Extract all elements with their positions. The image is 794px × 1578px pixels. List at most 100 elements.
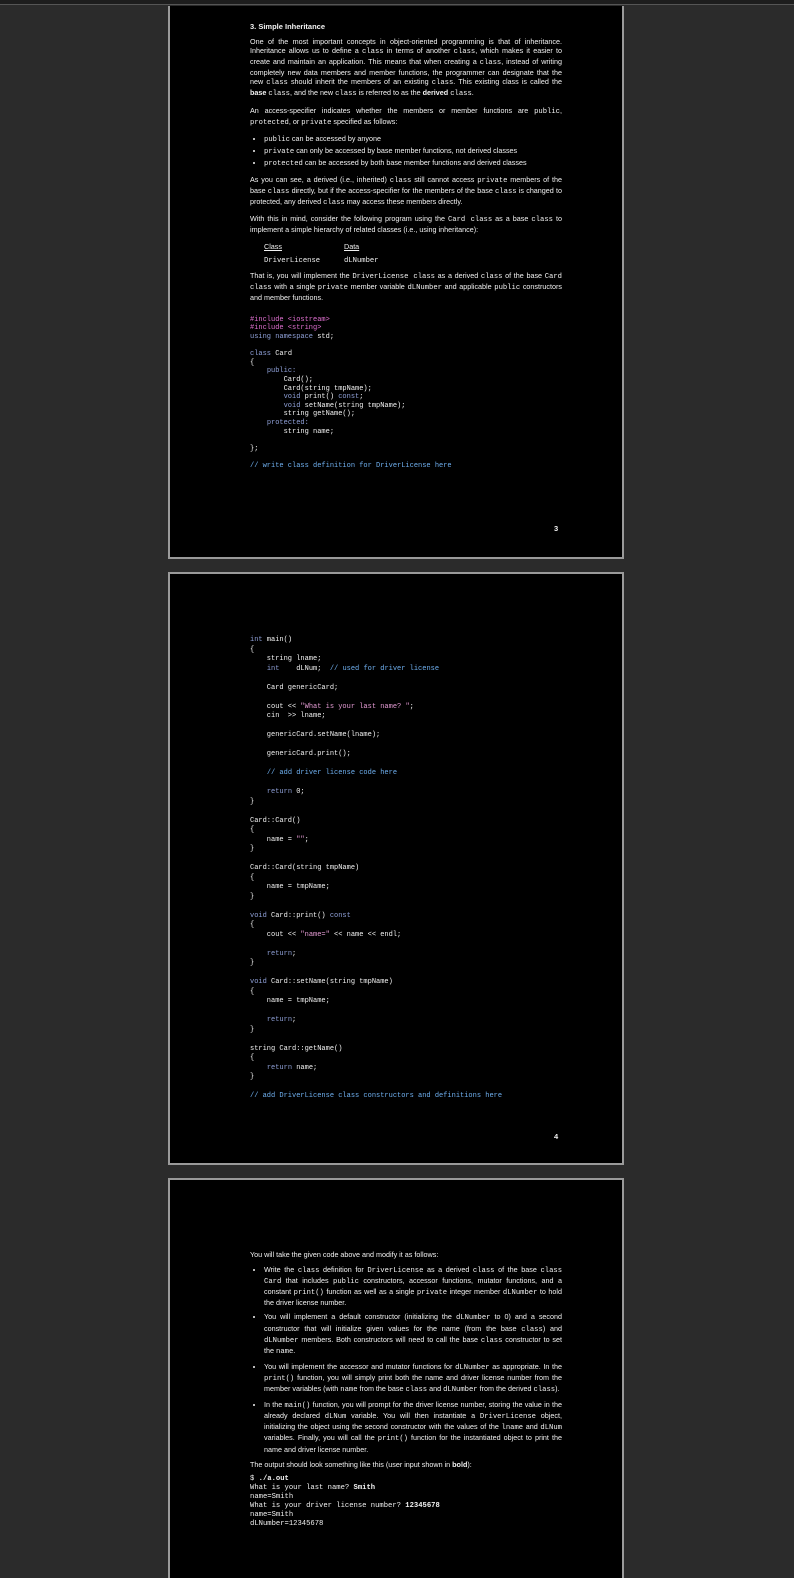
code-line: class Card <box>250 350 562 359</box>
inline-code: class <box>480 1336 503 1345</box>
list-item: Write the class definition for DriverLic… <box>264 1265 562 1307</box>
inline-code: private <box>317 283 348 292</box>
code-token: name = tmpName; <box>250 883 330 891</box>
code-token: { <box>250 645 255 654</box>
hierarchy-paragraph: With this in mind, consider the followin… <box>250 214 562 234</box>
code-token: // add DriverLicense class constructors … <box>250 1092 503 1100</box>
code-line: { <box>250 988 562 998</box>
code-line: Card(string tmpName); <box>250 385 562 394</box>
code-token: { <box>250 873 255 882</box>
inline-code: class <box>533 1386 556 1395</box>
text-run: and applicable <box>441 281 495 291</box>
code-token: } <box>250 797 255 806</box>
code-line: return; <box>250 950 562 960</box>
redaction-mark <box>348 602 448 616</box>
inline-code: class <box>297 1267 320 1276</box>
inline-code: public <box>534 107 560 116</box>
code-token: ; <box>359 393 364 402</box>
code-line: $ ./a.out <box>250 1475 562 1484</box>
code-line: name = tmpName; <box>250 997 562 1007</box>
text-run: specified as follows: <box>331 116 398 126</box>
code-token: Card <box>271 350 293 359</box>
code-token: return <box>266 1063 293 1072</box>
code-line: name=Smith <box>250 1493 562 1502</box>
code-token: Smith <box>353 1483 376 1492</box>
access-specifier-paragraph: An access-specifier indicates whether th… <box>250 106 562 128</box>
code-line: public: <box>250 367 562 376</box>
document-page-3: 3. Simple Inheritance One of the most im… <box>168 6 624 559</box>
code-line: name = ""; <box>250 836 562 846</box>
code-token: << name << endl; <box>329 930 402 939</box>
code-token: Card genericCard; <box>250 683 339 692</box>
code-token: #include <iostream> <box>250 315 330 324</box>
text-run: as a derived <box>423 1265 473 1275</box>
text-run: as a base <box>492 214 532 224</box>
text-run: The output should look something like th… <box>250 1459 453 1469</box>
text-run: as appropriate. In the <box>489 1361 562 1371</box>
document-page-4: int main(){ string lname; int dLNum; // … <box>168 572 624 1165</box>
code-line: } <box>250 1073 562 1083</box>
text-run: member variable <box>347 281 408 291</box>
code-token: ; <box>409 702 414 711</box>
text-run: can only be accessed by base member func… <box>294 145 518 155</box>
code-line: string lname; <box>250 655 562 665</box>
text-run: still cannot access <box>411 175 478 185</box>
text-run: of the base <box>494 1265 541 1275</box>
code-token: ; <box>304 835 309 844</box>
text-run: In the <box>264 1400 285 1410</box>
code-token: int <box>250 636 263 644</box>
code-token: void <box>283 401 301 410</box>
code-token: { <box>250 826 255 834</box>
code-line: { <box>250 874 562 884</box>
bold-text: bold <box>452 1459 468 1469</box>
code-token: std; <box>313 332 335 341</box>
inline-code: public <box>494 283 521 292</box>
code-token: { <box>250 358 255 367</box>
inline-code: dLNumber <box>502 1289 538 1298</box>
text-run: integer member <box>447 1287 503 1297</box>
code-token: 0; <box>292 788 305 796</box>
code-line: // add driver license code here <box>250 769 562 779</box>
code-token: // add driver license code here <box>266 769 398 777</box>
code-line: { <box>250 1054 562 1064</box>
code-token: string lname; <box>250 655 322 663</box>
list-item: You will implement a default constructor… <box>264 1312 562 1356</box>
code-token: "What is your last name? " <box>300 702 410 711</box>
code-token: return <box>266 1016 293 1024</box>
access-specifier-list: public can be accessed by anyoneprivate … <box>250 134 562 169</box>
code-token: Card::print() <box>266 911 330 920</box>
code-token: string getName(); <box>250 410 356 419</box>
inline-code: dLNum <box>324 1413 347 1422</box>
code-token: Card(string tmpName); <box>250 384 372 393</box>
code-token: // used for driver license <box>329 664 440 673</box>
code-token: Card(); <box>250 375 314 384</box>
code-token: void <box>283 393 301 402</box>
code-line: name=Smith <box>250 1511 562 1520</box>
list-item: In the main() function, you will prompt … <box>264 1400 562 1453</box>
inline-code: DriverLicense class <box>352 272 435 281</box>
text-run: , <box>560 105 562 115</box>
code-token: { <box>250 1054 255 1062</box>
code-token: print() <box>300 393 339 402</box>
code-token: name=Smith <box>250 1510 294 1519</box>
code-block-main: int main(){ string lname; int dLNum; // … <box>250 636 562 1102</box>
code-token: name=Smith <box>250 1492 294 1501</box>
code-line: Card::Card() <box>250 817 562 827</box>
code-token: string Card::getName() <box>250 1044 343 1053</box>
code-line: genericCard.setName(lname); <box>250 731 562 741</box>
code-token: name = <box>250 835 297 844</box>
text-run: is referred to as the <box>356 88 423 98</box>
inline-code: class <box>531 216 553 225</box>
code-token: Card::Card() <box>250 816 301 825</box>
document-page-5: You will take the given code above and m… <box>168 1178 624 1578</box>
inline-code: private <box>264 147 295 156</box>
code-line: // add DriverLicense class constructors … <box>250 1092 562 1102</box>
code-token: string name; <box>250 427 335 436</box>
text-run: That is, you will implement the <box>250 270 353 280</box>
